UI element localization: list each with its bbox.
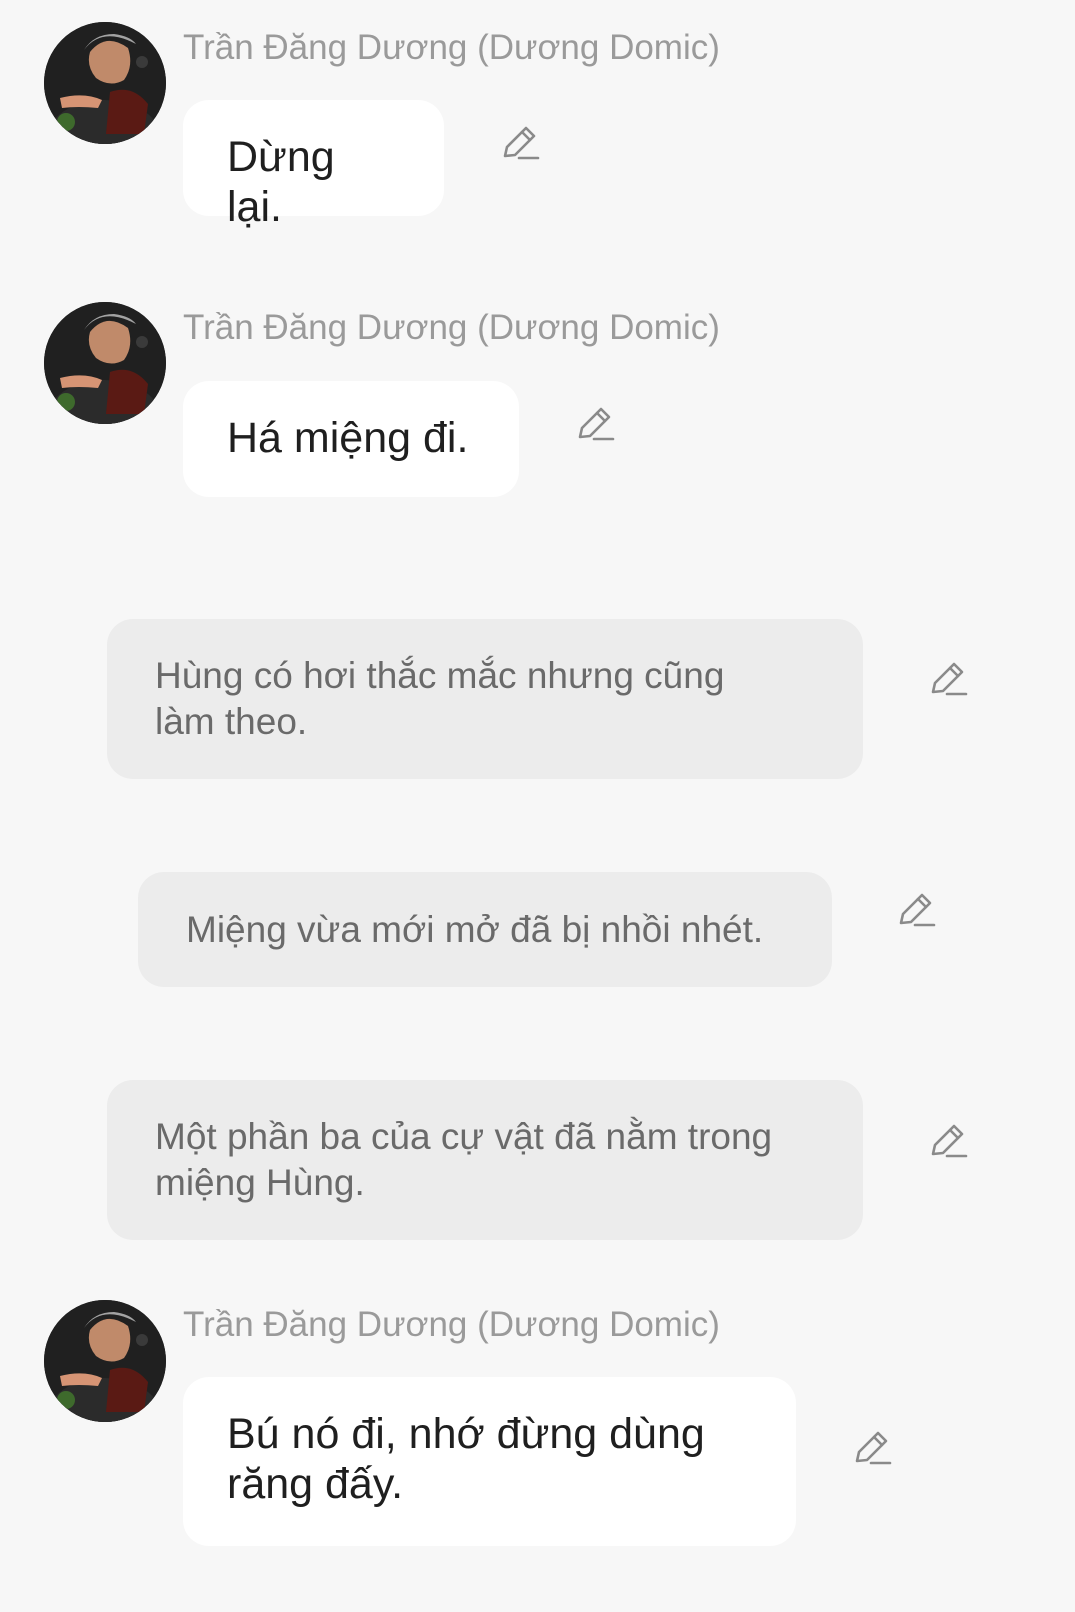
- message-bubble[interactable]: Bú nó đi, nhớ đừng dùng răng đấy.: [183, 1377, 796, 1546]
- message-bubble[interactable]: Há miệng đi.: [183, 381, 519, 497]
- edit-pencil-icon[interactable]: [574, 403, 616, 445]
- narration-bubble[interactable]: Miệng vừa mới mở đã bị nhồi nhét.: [138, 872, 832, 987]
- edit-pencil-icon[interactable]: [499, 122, 541, 164]
- sender-avatar[interactable]: [44, 22, 166, 144]
- narration-bubble[interactable]: Một phần ba của cự vật đã nằm trong miện…: [107, 1080, 863, 1240]
- narration-text: Một phần ba của cự vật đã nằm trong miện…: [155, 1116, 773, 1203]
- narration-text: Miệng vừa mới mở đã bị nhồi nhét.: [186, 908, 764, 950]
- message-text: Bú nó đi, nhớ đừng dùng răng đấy.: [227, 1410, 705, 1508]
- edit-pencil-icon[interactable]: [895, 889, 937, 931]
- narration-bubble[interactable]: Hùng có hơi thắc mắc nhưng cũng làm theo…: [107, 619, 863, 779]
- edit-pencil-icon[interactable]: [851, 1427, 893, 1469]
- sender-name: Trần Đăng Dương (Dương Domic): [183, 28, 720, 67]
- message-text: Dừng lại.: [227, 133, 335, 231]
- edit-pencil-icon[interactable]: [927, 658, 969, 700]
- sender-avatar[interactable]: [44, 1300, 166, 1422]
- message-bubble[interactable]: Dừng lại.: [183, 100, 444, 231]
- sender-avatar[interactable]: [44, 302, 166, 424]
- narration-text: Hùng có hơi thắc mắc nhưng cũng làm theo…: [155, 655, 725, 742]
- edit-pencil-icon[interactable]: [927, 1120, 969, 1162]
- message-text: Há miệng đi.: [227, 414, 469, 462]
- sender-name: Trần Đăng Dương (Dương Domic): [183, 308, 720, 347]
- sender-name: Trần Đăng Dương (Dương Domic): [183, 1305, 720, 1344]
